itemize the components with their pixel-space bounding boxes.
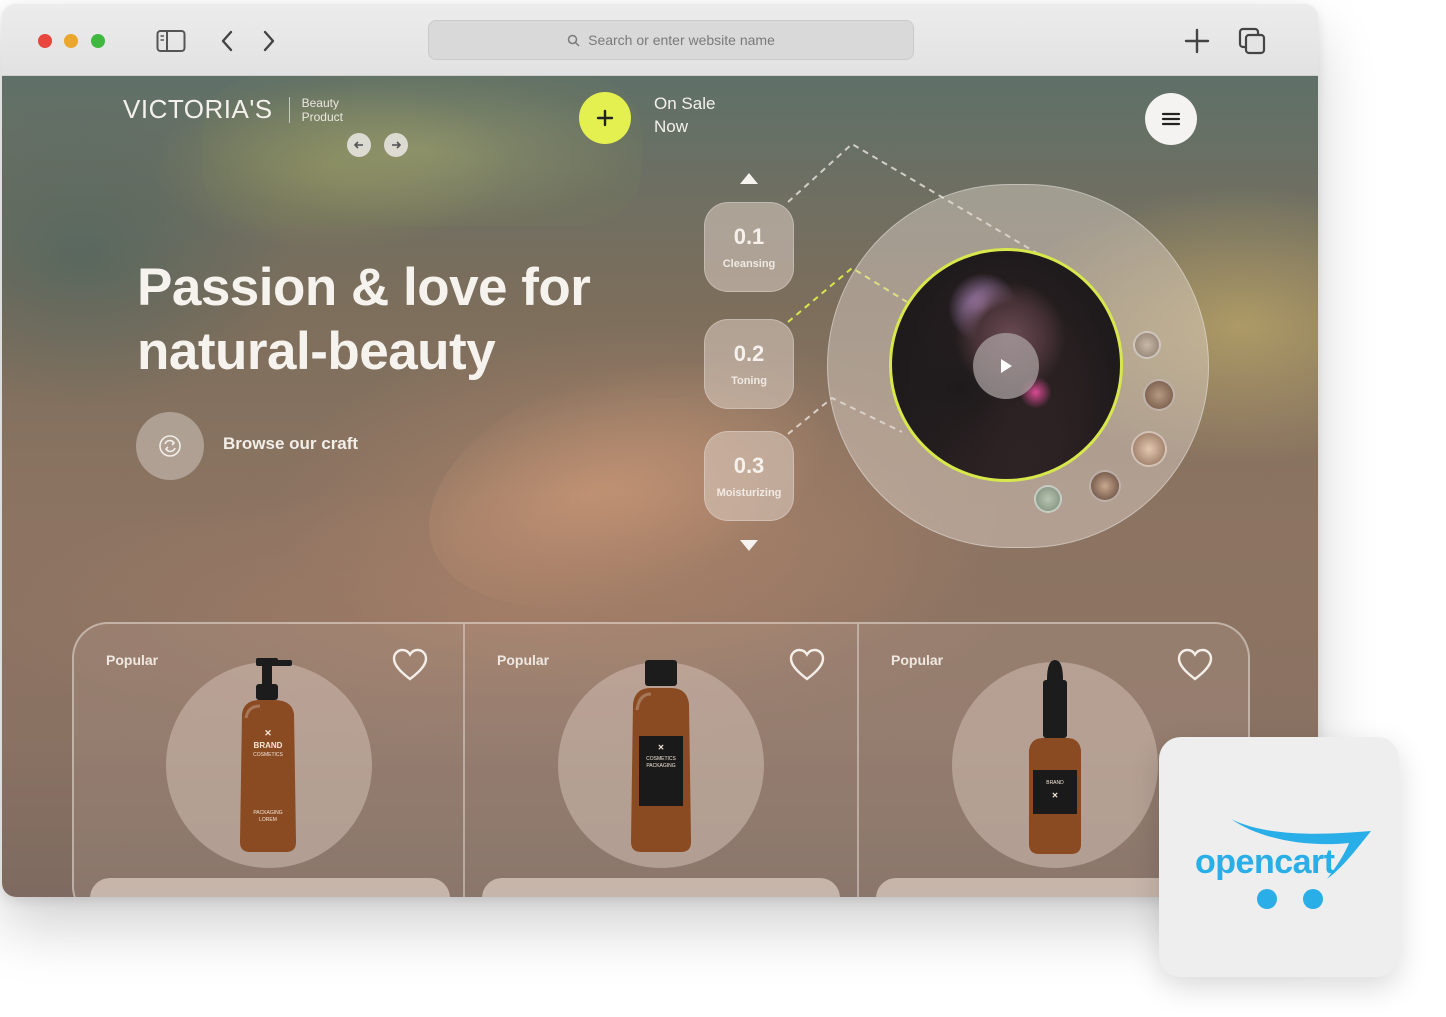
- refresh-icon: [159, 435, 181, 457]
- arrow-right-icon: [392, 141, 402, 149]
- on-sale-label[interactable]: On Sale Now: [654, 92, 715, 138]
- dropper-bottle-image: BRAND ✕: [1029, 660, 1081, 854]
- svg-text:✕: ✕: [658, 743, 665, 752]
- step-number: 0.2: [733, 341, 765, 366]
- prev-slide-button[interactable]: [347, 133, 371, 157]
- menu-button[interactable]: [1145, 93, 1197, 145]
- hamburger-icon: [1161, 112, 1181, 126]
- tab-overview-icon[interactable]: [1237, 27, 1267, 55]
- svg-text:✕: ✕: [264, 728, 272, 738]
- cart-wheel-icon: [1257, 889, 1277, 909]
- sidebar-toggle-icon[interactable]: [156, 28, 186, 54]
- product-tag: Popular: [891, 652, 944, 668]
- search-icon: [567, 34, 580, 47]
- web-page: VICTORIA'S Beauty Product On Sale Now Pa…: [2, 76, 1318, 897]
- zoom-window-button[interactable]: [91, 34, 105, 48]
- address-bar[interactable]: Search or enter website name: [428, 20, 914, 60]
- address-placeholder: Search or enter website name: [588, 32, 775, 48]
- product-label-line: LOREM: [259, 817, 277, 823]
- heart-icon[interactable]: [1177, 648, 1213, 682]
- forward-icon[interactable]: [254, 28, 284, 54]
- brand-sub-line-2: Product: [301, 109, 343, 124]
- svg-text:✕: ✕: [1052, 791, 1059, 800]
- opencart-logo-text: opencart: [1195, 843, 1335, 881]
- product-card[interactable]: Popular ✕ BRAND COSMETICS PACKAGING LORE…: [72, 622, 464, 897]
- heart-icon[interactable]: [789, 648, 825, 682]
- site-logo[interactable]: VICTORIA'S Beauty Product: [123, 94, 343, 125]
- on-sale-line-1: On Sale: [654, 94, 716, 113]
- steps-up-button[interactable]: [738, 170, 760, 186]
- video-thumbnail[interactable]: [1133, 331, 1161, 359]
- pump-bottle-image: ✕ BRAND COSMETICS PACKAGING LOREM: [240, 658, 296, 852]
- hero-title-line-2: natural-beauty: [137, 322, 496, 381]
- step-label: Moisturizing: [716, 487, 782, 499]
- video-thumbnail[interactable]: [1131, 431, 1167, 467]
- heart-icon[interactable]: [392, 648, 428, 682]
- browser-toolbar: Search or enter website name: [2, 4, 1318, 76]
- step-number: 0.3: [733, 453, 765, 478]
- cart-wheel-icon: [1303, 889, 1323, 909]
- product-tag: Popular: [106, 652, 159, 668]
- browser-window: Search or enter website name VICTORIA'S …: [2, 4, 1318, 897]
- product-label-line: COSMETICS: [253, 752, 283, 758]
- video-thumbnail[interactable]: [1143, 379, 1175, 411]
- brand-subtitle: Beauty Product: [302, 96, 343, 124]
- on-sale-line-2: Now: [654, 117, 689, 136]
- play-icon: [1001, 359, 1012, 373]
- step-toning[interactable]: 0.2 Toning: [704, 319, 794, 409]
- close-window-button[interactable]: [38, 34, 52, 48]
- video-thumbnail[interactable]: [1034, 485, 1062, 513]
- product-label-line: COSMETICS: [646, 756, 676, 762]
- browse-craft-button[interactable]: [136, 412, 204, 480]
- minimize-window-button[interactable]: [64, 34, 78, 48]
- opencart-badge: opencart: [1159, 737, 1399, 977]
- product-card[interactable]: Popular ✕ COSMETICS PACKAGING: [465, 622, 857, 897]
- new-tab-icon[interactable]: [1182, 28, 1212, 54]
- step-label: Cleansing: [722, 258, 776, 270]
- on-sale-button[interactable]: [579, 92, 631, 144]
- browse-craft-label[interactable]: Browse our craft: [223, 434, 358, 454]
- product-label-line: BRAND: [1046, 780, 1064, 786]
- triangle-up-icon: [740, 173, 758, 184]
- product-card-footer: [482, 878, 840, 897]
- product-label-line: BRAND: [254, 741, 283, 750]
- back-icon[interactable]: [212, 28, 242, 54]
- step-number: 0.1: [733, 224, 765, 249]
- bottle-image: ✕ COSMETICS PACKAGING: [631, 660, 691, 852]
- triangle-down-icon: [740, 540, 758, 551]
- product-label-line: PACKAGING: [253, 810, 282, 816]
- next-slide-button[interactable]: [384, 133, 408, 157]
- steps-down-button[interactable]: [738, 538, 760, 554]
- step-moisturizing[interactable]: 0.3 Moisturizing: [704, 431, 794, 521]
- step-cleansing[interactable]: 0.1 Cleansing: [704, 202, 794, 292]
- product-tag: Popular: [497, 652, 550, 668]
- hero-title-line-1: Passion & love for: [137, 258, 591, 317]
- arrow-left-icon: [353, 141, 363, 149]
- brand-divider: [288, 96, 290, 123]
- brand-name: VICTORIA'S: [123, 94, 273, 124]
- product-card-footer: [90, 878, 450, 897]
- brand-sub-line-1: Beauty: [301, 95, 339, 110]
- hero-title: Passion & love for natural-beauty: [137, 256, 591, 384]
- plus-icon: [596, 109, 614, 127]
- product-label-line: PACKAGING: [646, 763, 675, 769]
- video-thumbnail[interactable]: [1089, 470, 1121, 502]
- play-button[interactable]: [973, 333, 1039, 399]
- step-label: Toning: [731, 375, 767, 387]
